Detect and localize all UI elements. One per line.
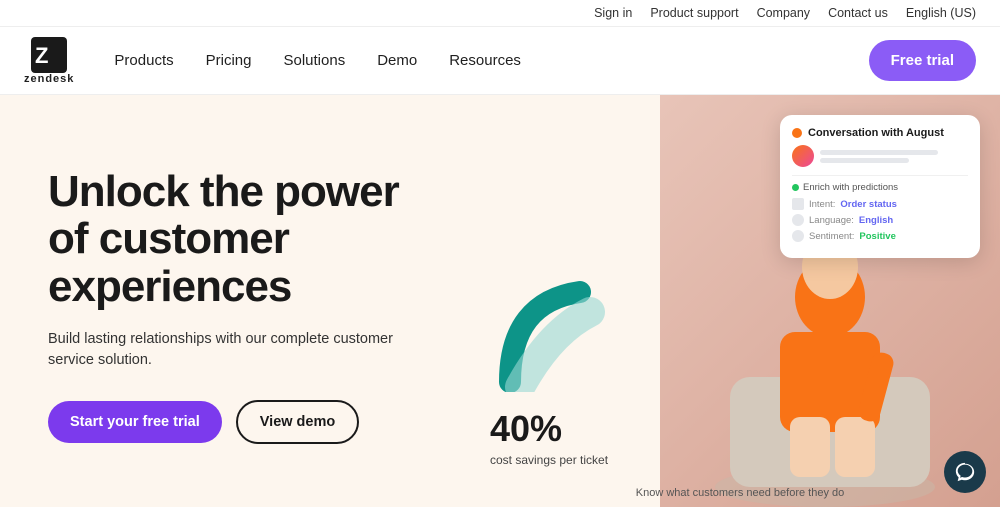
- main-nav: Z zendesk Products Pricing Solutions Dem…: [0, 27, 1000, 95]
- language-selector[interactable]: English (US): [906, 6, 976, 20]
- chat-icon: [954, 461, 976, 483]
- nav-pricing[interactable]: Pricing: [206, 52, 252, 69]
- free-trial-button[interactable]: Free trial: [869, 40, 976, 81]
- nav-links: Products Pricing Solutions Demo Resource…: [114, 52, 868, 69]
- conversation-card: Conversation with August Enrich with pre…: [780, 115, 980, 258]
- conv-header: Conversation with August: [792, 127, 968, 139]
- hero-headline: Unlock the power of customer experiences: [48, 168, 440, 311]
- conv-row-intent: Intent: Order status: [792, 198, 968, 210]
- hero-subtext: Build lasting relationships with our com…: [48, 329, 418, 373]
- stat-number: 40%: [490, 387, 608, 451]
- hero-section: Unlock the power of customer experiences…: [0, 95, 1000, 507]
- stat-suffix: %: [530, 408, 562, 449]
- conv-avatar: [792, 145, 814, 167]
- svg-text:Z: Z: [35, 43, 48, 68]
- enrich-indicator: [792, 184, 799, 191]
- conv-section-title: Enrich with predictions: [792, 182, 968, 193]
- product-support-link[interactable]: Product support: [650, 6, 738, 20]
- start-trial-button[interactable]: Start your free trial: [48, 401, 222, 443]
- zendesk-logo-icon: Z: [31, 37, 67, 73]
- logo[interactable]: Z zendesk: [24, 37, 74, 85]
- contact-link[interactable]: Contact us: [828, 6, 888, 20]
- conv-status-dot: [792, 128, 802, 138]
- stat-label: cost savings per ticket: [490, 453, 608, 467]
- hero-right: 40% cost savings per ticket: [480, 95, 1000, 507]
- stat-box: 40% cost savings per ticket: [490, 387, 608, 467]
- hero-buttons: Start your free trial View demo: [48, 400, 440, 444]
- language-icon: [792, 214, 804, 226]
- conv-line-2: [820, 158, 909, 163]
- conv-divider: [792, 175, 968, 176]
- intent-icon: [792, 198, 804, 210]
- conv-row-sentiment: Sentiment: Positive: [792, 230, 968, 242]
- chat-button[interactable]: [944, 451, 986, 493]
- nav-products[interactable]: Products: [114, 52, 173, 69]
- top-bar: Sign in Product support Company Contact …: [0, 0, 1000, 27]
- arc-decoration: [490, 272, 610, 397]
- nav-resources[interactable]: Resources: [449, 52, 521, 69]
- company-link[interactable]: Company: [757, 6, 811, 20]
- signin-link[interactable]: Sign in: [594, 6, 632, 20]
- nav-demo[interactable]: Demo: [377, 52, 417, 69]
- hero-left: Unlock the power of customer experiences…: [0, 95, 480, 507]
- conv-title: Conversation with August: [808, 127, 944, 139]
- conv-avatar-row: [792, 145, 968, 167]
- hero-caption: Know what customers need before they do: [636, 487, 845, 499]
- conv-line-1: [820, 150, 938, 155]
- nav-solutions[interactable]: Solutions: [283, 52, 345, 69]
- conv-message-lines: [820, 150, 968, 163]
- sentiment-icon: [792, 230, 804, 242]
- conv-row-language: Language: English: [792, 214, 968, 226]
- logo-text: zendesk: [24, 73, 74, 85]
- view-demo-button[interactable]: View demo: [236, 400, 359, 444]
